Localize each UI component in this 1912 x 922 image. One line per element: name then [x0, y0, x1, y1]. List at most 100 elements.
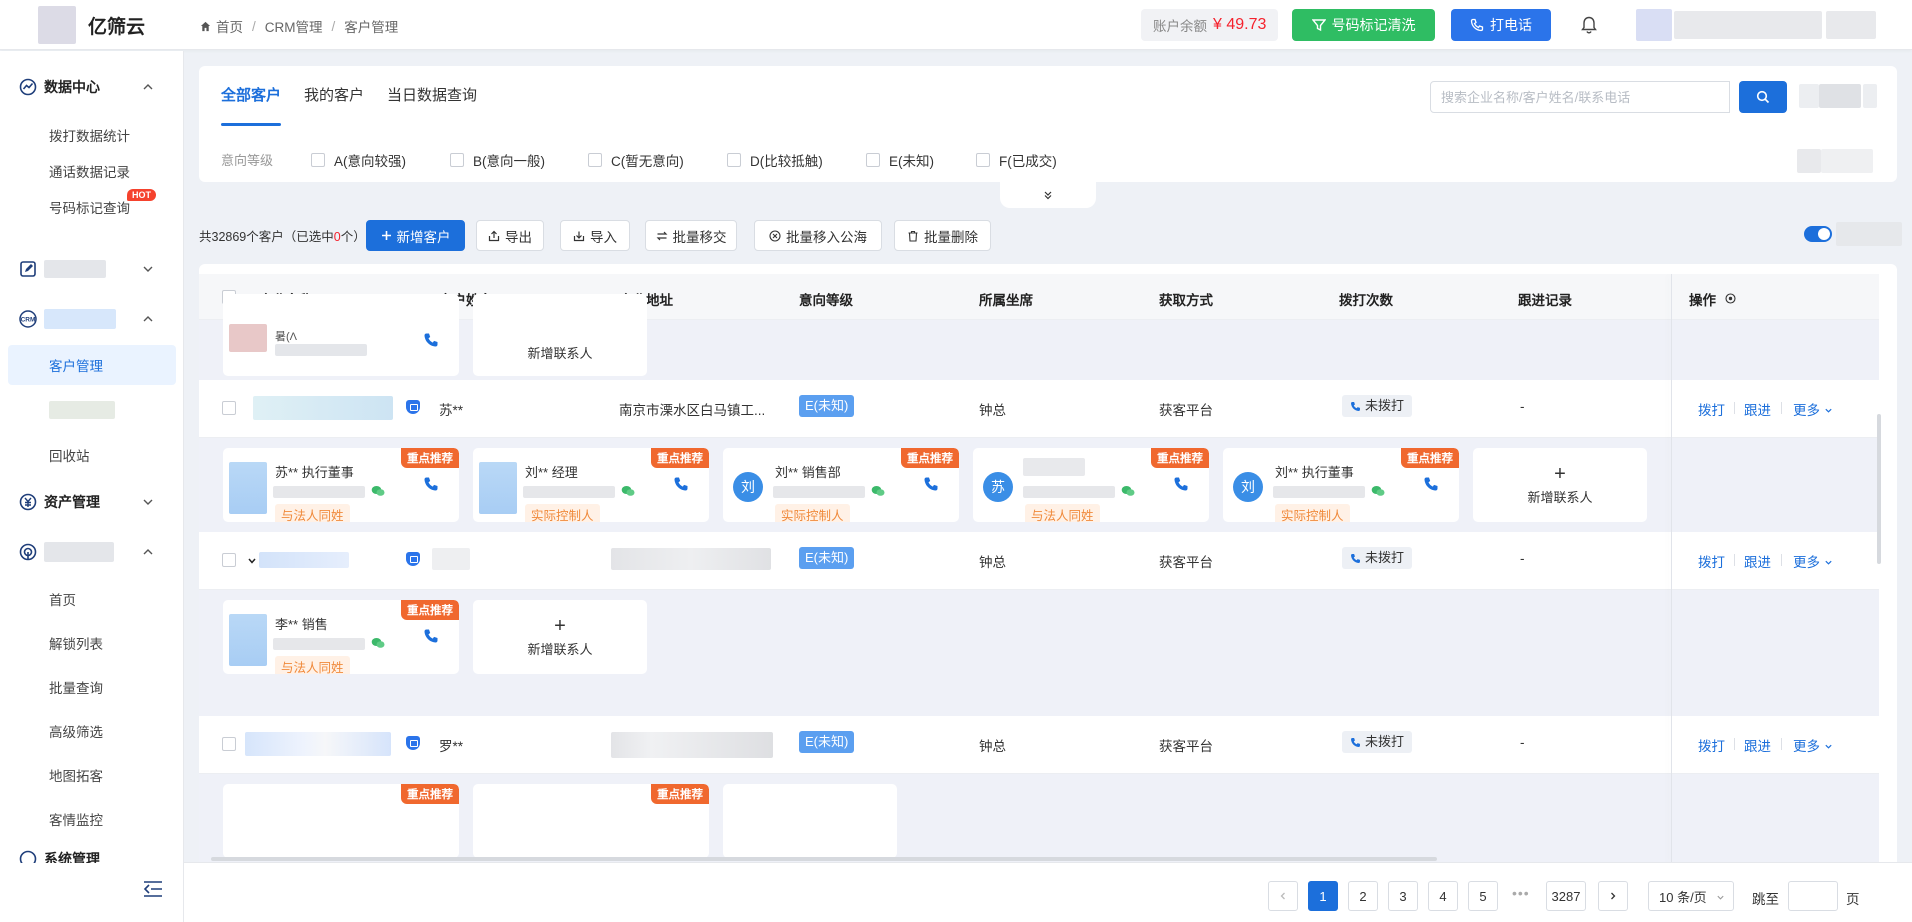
sidebar-item-number-lookup[interactable]: 号码标记查询 HOT [8, 187, 176, 227]
bell-icon[interactable] [1579, 15, 1599, 35]
sidebar-item-blurred[interactable] [8, 390, 176, 430]
phone-icon[interactable] [423, 628, 439, 644]
phone-icon[interactable] [1423, 476, 1439, 492]
row-checkbox[interactable] [222, 401, 236, 415]
dial-link[interactable]: 拨打 [1698, 399, 1725, 419]
company-name[interactable] [245, 732, 391, 756]
prev-page-button[interactable] [1268, 881, 1298, 911]
sidebar-item-customer-management[interactable]: 客户管理 [8, 345, 176, 385]
make-call-button[interactable]: 打电话 [1451, 9, 1551, 41]
export-button[interactable]: 导出 [476, 220, 544, 251]
search-button[interactable] [1739, 81, 1787, 113]
breadcrumb-crm[interactable]: CRM管理 [265, 16, 323, 36]
tab-daily-query[interactable]: 当日数据查询 [387, 66, 477, 126]
sidebar-group-5[interactable] [0, 530, 184, 574]
add-contact-button[interactable]: + 新增联系人 [1473, 448, 1647, 522]
checkbox[interactable] [866, 153, 880, 167]
page-ellipsis[interactable]: ••• [1512, 885, 1530, 901]
page-button-4[interactable]: 4 [1428, 881, 1458, 911]
phone-icon[interactable] [423, 332, 439, 348]
batch-transfer-button[interactable]: 批量移交 [645, 220, 737, 251]
row-checkbox[interactable] [222, 737, 236, 751]
batch-move-pool-button[interactable]: 批量移入公海 [754, 220, 882, 251]
expand-filter-button[interactable] [1000, 182, 1096, 208]
filter-option-c[interactable]: C(暂无意向) [588, 150, 684, 170]
page-button-last[interactable]: 3287 [1546, 881, 1586, 911]
sidebar-item-recycle-bin[interactable]: 回收站 [8, 435, 176, 475]
sidebar-group-crm[interactable]: CRM [0, 297, 184, 341]
contact-card[interactable]: 李** 销售 与法人同姓 重点推荐 [223, 600, 459, 674]
contact-card[interactable]: 苏与法人同姓 重点推荐 [973, 448, 1209, 522]
dial-link[interactable]: 拨打 [1698, 735, 1725, 755]
contact-card[interactable]: 刘** 经理 实际控制人 重点推荐 [473, 448, 709, 522]
contact-card[interactable]: 重点推荐 [473, 784, 709, 858]
checkbox[interactable] [311, 153, 325, 167]
phone-icon[interactable] [423, 476, 439, 492]
dial-link[interactable]: 拨打 [1698, 551, 1725, 571]
breadcrumb-home[interactable]: 首页 [216, 16, 243, 36]
more-link[interactable]: 更多 [1793, 399, 1833, 419]
view-toggle[interactable] [1804, 226, 1832, 242]
page-button-1[interactable]: 1 [1308, 881, 1338, 911]
filter-extra[interactable] [1797, 149, 1873, 173]
sidebar-group-system[interactable]: 系统管理 [0, 843, 184, 863]
contact-card[interactable] [723, 784, 897, 858]
horizontal-scrollbar[interactable] [211, 857, 1437, 861]
search-extra[interactable] [1799, 84, 1877, 108]
number-clean-button[interactable]: 号码标记清洗 [1292, 9, 1435, 41]
phone-icon[interactable] [923, 476, 939, 492]
contact-card[interactable]: 重点推荐 [223, 784, 459, 858]
contact-card[interactable]: 苏** 执行董事 与法人同姓 重点推荐 [223, 448, 459, 522]
page-size-select[interactable]: 10 条/页 [1648, 881, 1734, 911]
filter-option-e[interactable]: E(未知) [866, 150, 934, 170]
contact-card[interactable]: 刘刘** 销售部 实际控制人 重点推荐 [723, 448, 959, 522]
add-contact-button[interactable]: + 新增联系人 [473, 600, 647, 674]
batch-delete-button[interactable]: 批量删除 [894, 220, 991, 251]
vertical-scrollbar[interactable] [1877, 414, 1881, 564]
contact-card[interactable]: 暑(Λ [223, 294, 459, 376]
checkbox[interactable] [727, 153, 741, 167]
settings-circle-icon[interactable] [1725, 293, 1736, 304]
filter-option-a[interactable]: A(意向较强) [311, 150, 406, 170]
tab-my-customers[interactable]: 我的客户 [304, 66, 364, 126]
more-link[interactable]: 更多 [1793, 735, 1833, 755]
page-button-3[interactable]: 3 [1388, 881, 1418, 911]
sidebar-group-data-center[interactable]: 数据中心 [0, 65, 184, 109]
table-row[interactable]: 苏** 南京市溧水区白马镇工... E(未知) 钟总 获客平台 未拨打 - 拨打… [199, 380, 1879, 438]
sidebar-group-2[interactable] [0, 247, 184, 291]
more-link[interactable]: 更多 [1793, 551, 1833, 571]
page-button-2[interactable]: 2 [1348, 881, 1378, 911]
jump-page-input[interactable] [1788, 881, 1838, 911]
table-row[interactable]: 罗** E(未知) 钟总 获客平台 未拨打 - 拨打 跟进 更多 [199, 716, 1879, 774]
filter-option-f[interactable]: F(已成交) [976, 150, 1057, 170]
row-checkbox[interactable] [222, 553, 236, 567]
import-button[interactable]: 导入 [560, 220, 630, 251]
follow-link[interactable]: 跟进 [1744, 735, 1771, 755]
contact-card[interactable]: 刘刘** 执行董事 实际控制人 重点推荐 [1223, 448, 1459, 522]
tab-all-customers[interactable]: 全部客户 [221, 66, 282, 126]
sidebar-item-call-records[interactable]: 通话数据记录 [8, 151, 176, 191]
follow-link[interactable]: 跟进 [1744, 399, 1771, 419]
filter-option-b[interactable]: B(意向一般) [450, 150, 545, 170]
sidebar-item-advanced-filter[interactable]: 高级筛选 [8, 711, 176, 751]
checkbox[interactable] [976, 153, 990, 167]
add-customer-button[interactable]: 新增客户 [366, 220, 465, 251]
phone-icon[interactable] [1173, 476, 1189, 492]
next-page-button[interactable] [1598, 881, 1628, 911]
follow-link[interactable]: 跟进 [1744, 551, 1771, 571]
app-logo[interactable]: 亿筛云 [38, 6, 145, 44]
filter-option-d[interactable]: D(比较抵触) [727, 150, 823, 170]
table-row[interactable]: E(未知) 钟总 获客平台 未拨打 - 拨打 跟进 更多 [199, 532, 1879, 590]
sidebar-item-monitoring[interactable]: 客情监控 [8, 799, 176, 839]
sidebar-item-unlock-list[interactable]: 解锁列表 [8, 623, 176, 663]
sidebar-item-batch-query[interactable]: 批量查询 [8, 667, 176, 707]
phone-icon[interactable] [673, 476, 689, 492]
user-menu[interactable] [1636, 9, 1876, 41]
page-button-5[interactable]: 5 [1468, 881, 1498, 911]
sidebar-item-map[interactable]: 地图拓客 [8, 755, 176, 795]
checkbox[interactable] [450, 153, 464, 167]
company-name[interactable] [253, 396, 393, 420]
sidebar-item-call-stats[interactable]: 拨打数据统计 [8, 115, 176, 155]
add-contact-button[interactable]: 新增联系人 [473, 294, 647, 376]
company-name[interactable] [259, 552, 349, 568]
